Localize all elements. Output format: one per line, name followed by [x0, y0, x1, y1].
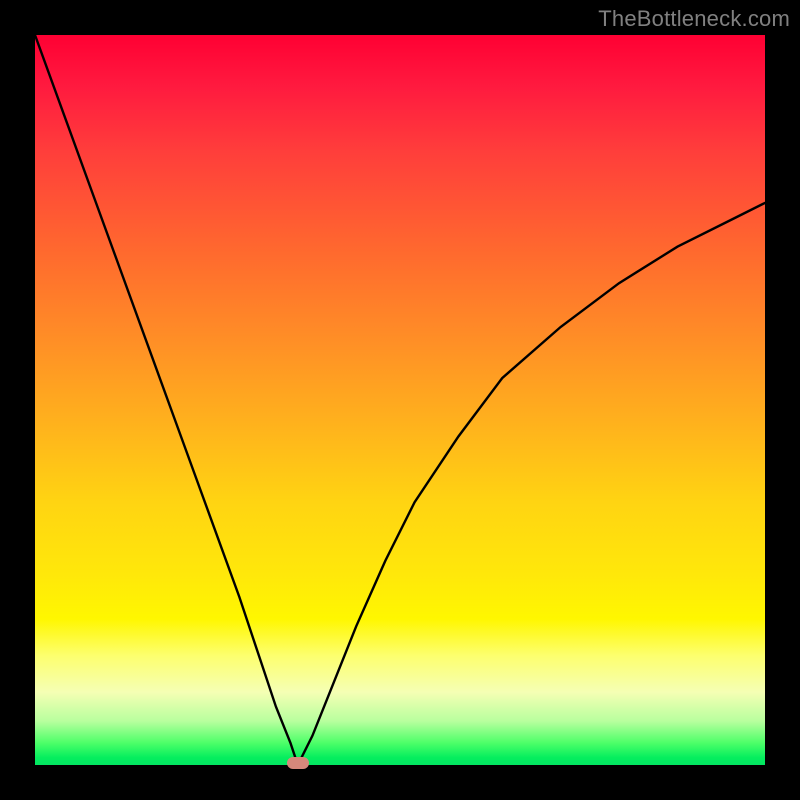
- chart-frame: TheBottleneck.com: [0, 0, 800, 800]
- watermark-text: TheBottleneck.com: [598, 6, 790, 32]
- minimum-marker: [287, 757, 309, 769]
- curve-left-branch: [35, 35, 298, 765]
- plot-area: [35, 35, 765, 765]
- bottleneck-curve: [35, 35, 765, 765]
- curve-right-branch: [298, 203, 765, 765]
